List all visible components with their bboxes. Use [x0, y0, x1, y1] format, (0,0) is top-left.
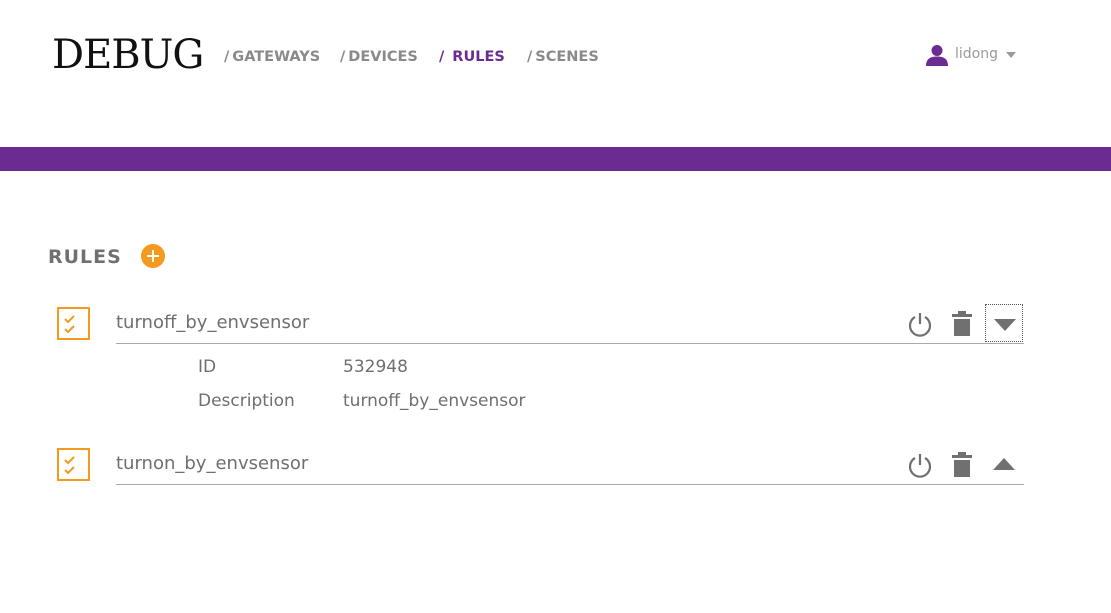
nav-separator: / [224, 49, 230, 65]
detail-label-id: ID [198, 357, 217, 377]
section-title: RULES [48, 246, 122, 268]
nav-separator: / [527, 49, 533, 65]
rule-checkbox[interactable] [57, 448, 90, 481]
logo[interactable]: DEBUG [52, 31, 204, 79]
detail-label-description: Description [198, 391, 295, 411]
trash-icon[interactable] [951, 451, 973, 479]
nav-item-devices[interactable]: / DEVICES [340, 47, 418, 67]
nav-item-scenes[interactable]: / SCENES [527, 47, 599, 67]
expand-toggle-button[interactable] [985, 445, 1023, 483]
rule-divider [116, 343, 1024, 344]
nav-item-gateways[interactable]: / GATEWAYS [224, 47, 320, 67]
add-rule-button[interactable] [141, 244, 165, 268]
rule-checkbox[interactable] [57, 307, 90, 340]
nav-item-label: DEVICES [348, 49, 418, 65]
power-icon[interactable] [906, 451, 934, 479]
power-icon[interactable] [906, 310, 934, 338]
header: DEBUG / GATEWAYS / DEVICES / RULES / SCENES … [0, 0, 1111, 147]
rule-divider [116, 484, 1024, 485]
detail-value-description: turnoff_by_envsensor [343, 391, 526, 411]
nav-item-label: RULES [452, 49, 505, 65]
caret-up-icon [993, 458, 1015, 470]
checklist-icon [64, 456, 75, 475]
caret-down-icon [1006, 52, 1016, 58]
nav-item-label: SCENES [535, 49, 599, 65]
checklist-icon [64, 315, 75, 334]
collapse-toggle-button[interactable] [985, 304, 1023, 342]
header-accent-bar [0, 147, 1111, 171]
nav-separator: / [439, 49, 445, 65]
user-icon [926, 45, 948, 66]
trash-icon[interactable] [951, 310, 973, 338]
nav-item-rules[interactable]: / RULES [439, 47, 505, 67]
plus-icon [147, 250, 159, 262]
caret-down-icon [994, 319, 1016, 331]
detail-value-id: 532948 [343, 357, 408, 377]
rule-name[interactable]: turnoff_by_envsensor [116, 311, 309, 335]
user-name: lidong [955, 46, 998, 62]
nav-item-label: GATEWAYS [232, 49, 321, 65]
rule-name[interactable]: turnon_by_envsensor [116, 452, 308, 476]
page: DEBUG / GATEWAYS / DEVICES / RULES / SCENES … [0, 0, 1111, 613]
nav-separator: / [340, 49, 346, 65]
